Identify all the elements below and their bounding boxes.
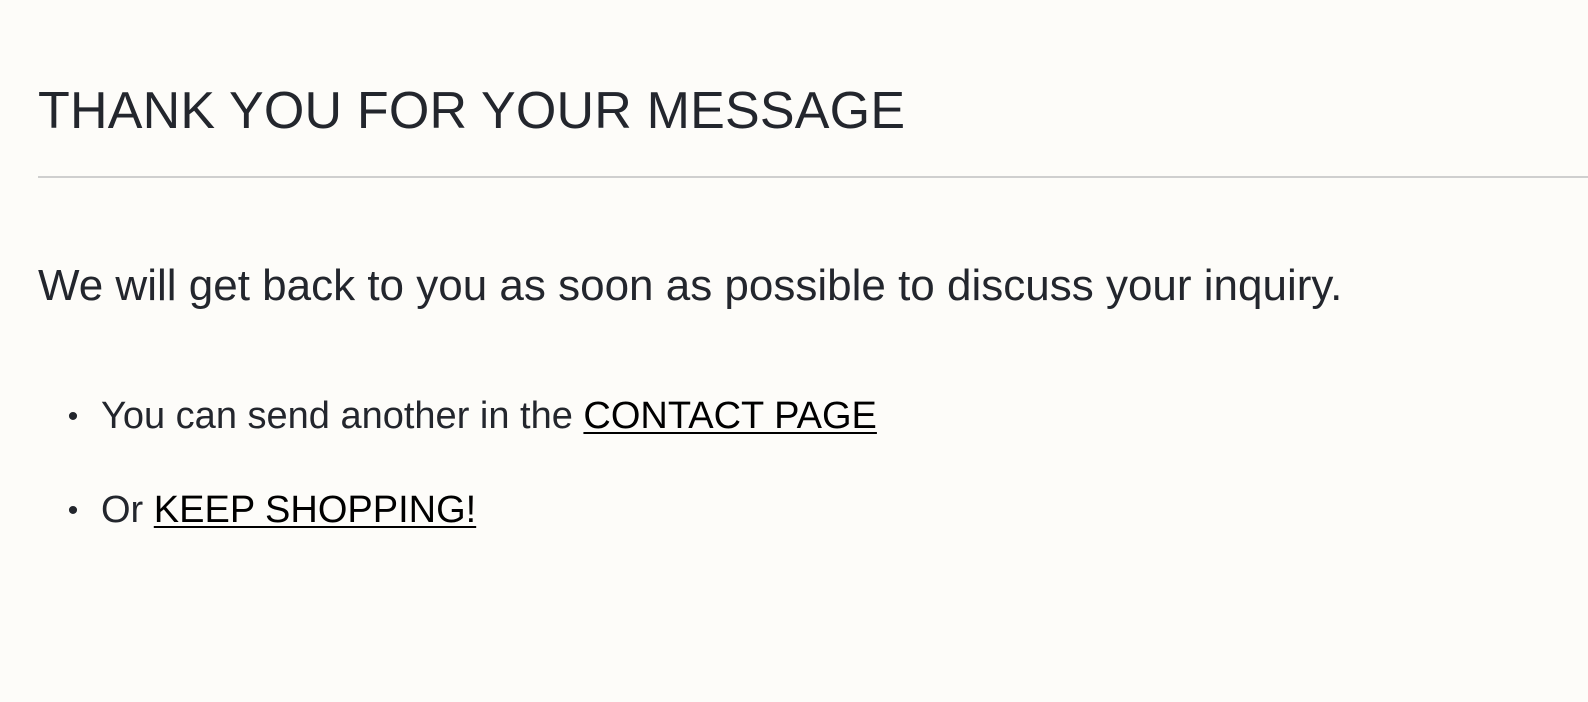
list-item-contact: • You can send another in the CONTACT PA… [68, 392, 877, 440]
title-divider [38, 176, 1588, 178]
bullet-icon: • [67, 400, 79, 433]
contact-page-link[interactable]: CONTACT PAGE [583, 395, 876, 437]
bullet-icon: • [67, 494, 79, 527]
keep-shopping-link[interactable]: KEEP SHOPPING! [154, 489, 476, 531]
shopping-prefix: Or [101, 489, 154, 531]
thank-you-page: THANK YOU FOR YOUR MESSAGE We will get b… [38, 0, 1588, 702]
page-title: THANK YOU FOR YOUR MESSAGE [38, 82, 906, 140]
list-item-shopping: • Or KEEP SHOPPING! [68, 486, 877, 534]
confirmation-message: We will get back to you as soon as possi… [38, 261, 1343, 310]
next-steps-list: • You can send another in the CONTACT PA… [68, 392, 877, 580]
contact-prefix: You can send another in the [101, 395, 584, 437]
